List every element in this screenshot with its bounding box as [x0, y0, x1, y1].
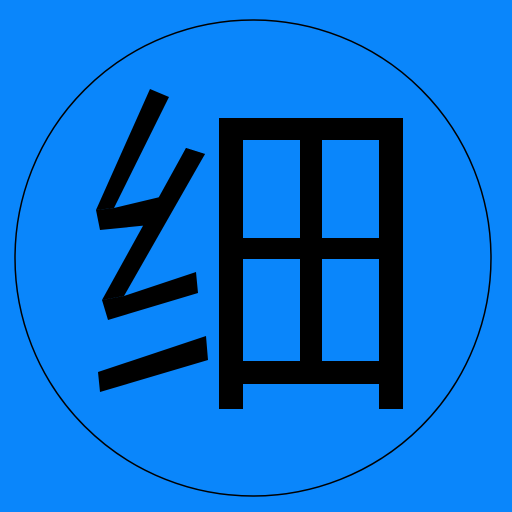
character-xi-glyph — [96, 89, 403, 409]
radical-rising-stroke — [98, 336, 208, 392]
icon-badge: 细 — [0, 0, 512, 512]
badge-graphic — [14, 19, 492, 497]
radical-upper-stroke — [96, 89, 169, 210]
tian-horizontal-bar — [243, 238, 379, 259]
